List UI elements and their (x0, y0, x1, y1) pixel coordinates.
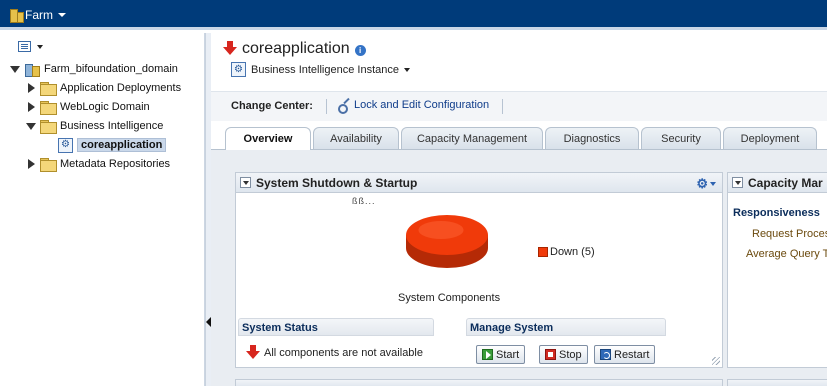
next-region (235, 379, 723, 386)
restart-button-label: Restart (614, 348, 650, 361)
tab-diagnostics[interactable]: Diagnostics (545, 127, 639, 149)
legend-label-down: Down (5) (550, 246, 595, 258)
page-title: coreapplication (242, 40, 350, 57)
stop-icon (545, 349, 556, 360)
stop-button-label: Stop (559, 348, 582, 361)
farm-menu-label: Farm (25, 8, 53, 22)
region-header (236, 380, 722, 386)
tab-deployment[interactable]: Deployment (723, 127, 817, 149)
weblogic-domain-icon (24, 62, 40, 77)
pie-chart-caption: System Components (398, 292, 501, 304)
region-settings-gear-icon[interactable]: ⚙ (696, 176, 716, 192)
system-status-message-row: All components are not available (246, 345, 423, 361)
tree-node-coreapplication[interactable]: ⚙ coreapplication (58, 136, 167, 154)
tab-security[interactable]: Security (641, 127, 721, 149)
tree-collapsed-icon[interactable] (26, 102, 36, 112)
chevron-down-icon[interactable] (403, 67, 410, 72)
legend-swatch-down (538, 247, 548, 257)
start-button-label: Start (496, 348, 520, 361)
tree-toolbar (0, 33, 204, 55)
system-status-section: System Status All components are not ava… (238, 318, 434, 366)
average-query-label: Average Query T (746, 248, 827, 260)
tree-view-menu-icon[interactable] (18, 41, 31, 52)
system-components-pie-chart (404, 213, 490, 271)
chevron-down-icon (58, 13, 66, 17)
region-title: Capacity Mar (748, 175, 823, 190)
tree-expanded-icon[interactable] (10, 64, 20, 74)
next-region-right (727, 379, 827, 386)
info-icon[interactable]: i (354, 45, 366, 56)
status-down-arrow-icon (246, 345, 260, 361)
region-title: System Shutdown & Startup (256, 175, 418, 190)
tree-node-farm-domain[interactable]: Farm_bifoundation_domain (10, 60, 178, 78)
tab-bar: Overview Availability Capacity Managemen… (225, 127, 827, 150)
capacity-management-region: Capacity Mar Responsiveness Request Proc… (727, 172, 827, 368)
folder-icon (40, 82, 57, 96)
chart-legend: Down (5) (538, 246, 595, 258)
stop-button[interactable]: Stop (539, 345, 588, 364)
farm-icon (10, 8, 24, 23)
region-header (728, 380, 827, 386)
farm-menu[interactable]: Farm (10, 8, 66, 23)
loading-indicator: ßß... (352, 196, 376, 206)
target-menu[interactable]: ⚙ Business Intelligence Instance (231, 62, 410, 77)
tab-overview[interactable]: Overview (225, 127, 311, 150)
tree-node-label[interactable]: Metadata Repositories (60, 158, 170, 170)
lock-and-edit-label[interactable]: Lock and Edit Configuration (354, 99, 489, 111)
tree-node-label[interactable]: Application Deployments (60, 82, 181, 94)
target-menu-label[interactable]: Business Intelligence Instance (251, 64, 399, 76)
tree-node-business-intelligence[interactable]: Business Intelligence (26, 117, 163, 135)
bi-instance-icon: ⚙ (58, 137, 73, 153)
restart-icon (600, 349, 611, 360)
pie-chart-svg (406, 215, 488, 268)
tab-availability[interactable]: Availability (313, 127, 399, 149)
status-down-arrow-icon (223, 41, 237, 57)
manage-system-section: Manage System Start Stop Restart (466, 318, 666, 366)
folder-icon (40, 120, 57, 134)
region-header: Capacity Mar (728, 173, 827, 193)
main-content: coreapplication i ⚙ Business Intelligenc… (211, 33, 827, 386)
navigation-tree-panel: Farm_bifoundation_domain Application Dep… (0, 33, 205, 386)
collapse-region-icon[interactable] (240, 177, 251, 188)
tree-collapsed-icon[interactable] (26, 83, 36, 93)
manage-system-title: Manage System (466, 318, 666, 336)
system-shutdown-startup-region: System Shutdown & Startup ⚙ ßß... Down (… (235, 172, 723, 368)
bi-instance-icon: ⚙ (231, 62, 246, 77)
restart-button[interactable]: Restart (594, 345, 656, 364)
tree-node-label[interactable]: Business Intelligence (60, 120, 163, 132)
tree-node-label-selected[interactable]: coreapplication (77, 138, 167, 152)
tree-node-label[interactable]: Farm_bifoundation_domain (44, 63, 178, 75)
tab-capacity-management[interactable]: Capacity Management (401, 127, 543, 149)
collapse-region-icon[interactable] (732, 177, 743, 188)
lock-and-edit-link[interactable]: Lock and Edit Configuration (338, 99, 489, 114)
responsiveness-title: Responsiveness (733, 207, 820, 219)
tree-expanded-icon[interactable] (26, 121, 36, 131)
tree-node-label[interactable]: WebLogic Domain (60, 101, 150, 113)
key-icon (338, 99, 350, 114)
change-center-label: Change Center: (231, 100, 313, 112)
tree-node-weblogic-domain[interactable]: WebLogic Domain (26, 98, 150, 116)
resize-grip-icon[interactable] (712, 357, 720, 365)
tree-node-metadata-repositories[interactable]: Metadata Repositories (26, 155, 170, 173)
page-title-row: coreapplication i (223, 40, 366, 58)
region-header: System Shutdown & Startup ⚙ (236, 173, 722, 193)
system-status-title: System Status (238, 318, 434, 336)
folder-icon (40, 158, 57, 172)
change-center-bar: Change Center: Lock and Edit Configurati… (211, 91, 827, 121)
tree-node-application-deployments[interactable]: Application Deployments (26, 79, 181, 97)
tree-collapsed-icon[interactable] (26, 159, 36, 169)
chevron-down-icon[interactable] (37, 44, 43, 49)
top-bar: Farm (0, 0, 827, 30)
folder-icon (40, 101, 57, 115)
pie-highlight (418, 221, 464, 239)
divider (326, 99, 327, 114)
system-status-message: All components are not available (264, 347, 423, 359)
request-processing-label: Request Proces (752, 228, 827, 240)
start-button[interactable]: Start (476, 345, 526, 364)
start-icon (482, 349, 493, 360)
divider (502, 99, 503, 114)
